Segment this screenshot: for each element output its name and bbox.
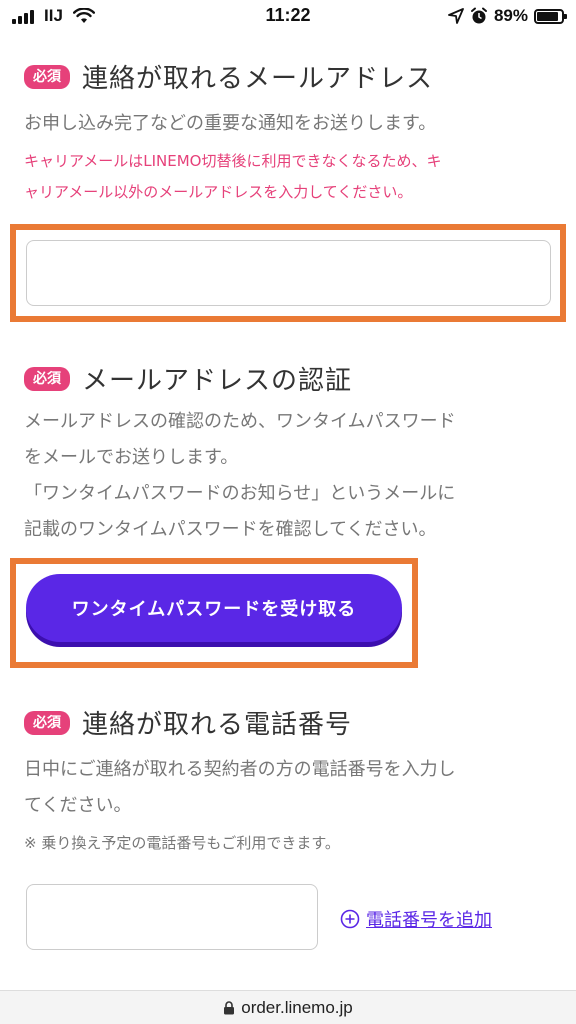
phone-input[interactable] bbox=[26, 884, 318, 950]
add-phone-link[interactable]: 電話番号を追加 bbox=[340, 906, 492, 932]
phone-description-line: 日中にご連絡が取れる契約者の方の電話番号を入力し bbox=[24, 759, 456, 780]
email-input[interactable] bbox=[26, 240, 551, 306]
auth-description-line: をメールでお送りします。 bbox=[24, 447, 239, 468]
auth-description: メールアドレスの確認のため、ワンタイムパスワード をメールでお送りします。 「ワ… bbox=[24, 404, 552, 548]
plus-circle-icon bbox=[340, 909, 360, 929]
auth-description-line: 「ワンタイムパスワードのお知らせ」というメールに bbox=[24, 483, 456, 504]
status-bar: IIJ 11:22 89% bbox=[0, 0, 576, 34]
receive-otp-button[interactable]: ワンタイムパスワードを受け取る bbox=[26, 574, 402, 642]
url-bar[interactable]: order.linemo.jp bbox=[0, 990, 576, 1024]
email-description: お申し込み完了などの重要な通知をお送りします。 bbox=[24, 113, 437, 134]
required-badge: 必須 bbox=[24, 710, 70, 735]
email-section-header: 必須 連絡が取れるメールアドレス bbox=[24, 58, 433, 95]
email-section-title: 連絡が取れるメールアドレス bbox=[82, 64, 434, 94]
phone-section-header: 必須 連絡が取れる電話番号 bbox=[24, 704, 352, 741]
add-phone-label: 電話番号を追加 bbox=[366, 910, 492, 931]
email-warning: キャリアメールはLINEMO切替後に利用できなくなるため、キ ャリアメール以外の… bbox=[24, 146, 554, 208]
phone-section-title: 連絡が取れる電話番号 bbox=[82, 710, 353, 740]
auth-section-header: 必須 メールアドレスの認証 bbox=[24, 360, 352, 397]
location-arrow-icon bbox=[448, 8, 464, 24]
phone-description-line: てください。 bbox=[24, 795, 132, 816]
status-right: 89% bbox=[448, 6, 567, 26]
phone-description: 日中にご連絡が取れる契約者の方の電話番号を入力し てください。 bbox=[24, 752, 552, 824]
required-badge: 必須 bbox=[24, 64, 70, 89]
phone-note: ※ 乗り換え予定の電話番号もご利用できます。 bbox=[24, 834, 340, 852]
auth-description-line: 記載のワンタイムパスワードを確認してください。 bbox=[24, 519, 437, 540]
battery-percent: 89% bbox=[493, 6, 528, 25]
required-badge: 必須 bbox=[24, 366, 70, 391]
email-warning-line: ャリアメール以外のメールアドレスを入力してください。 bbox=[24, 183, 413, 201]
email-warning-line: キャリアメールはLINEMO切替後に利用できなくなるため、キ bbox=[24, 152, 442, 170]
lock-icon bbox=[224, 1000, 235, 1014]
battery-icon bbox=[534, 8, 567, 24]
auth-description-line: メールアドレスの確認のため、ワンタイムパスワード bbox=[24, 411, 456, 432]
battery-fill bbox=[537, 11, 559, 21]
alarm-clock-icon bbox=[470, 7, 487, 24]
auth-section-title: メールアドレスの認証 bbox=[82, 366, 353, 396]
url-text: order.linemo.jp bbox=[241, 997, 353, 1017]
